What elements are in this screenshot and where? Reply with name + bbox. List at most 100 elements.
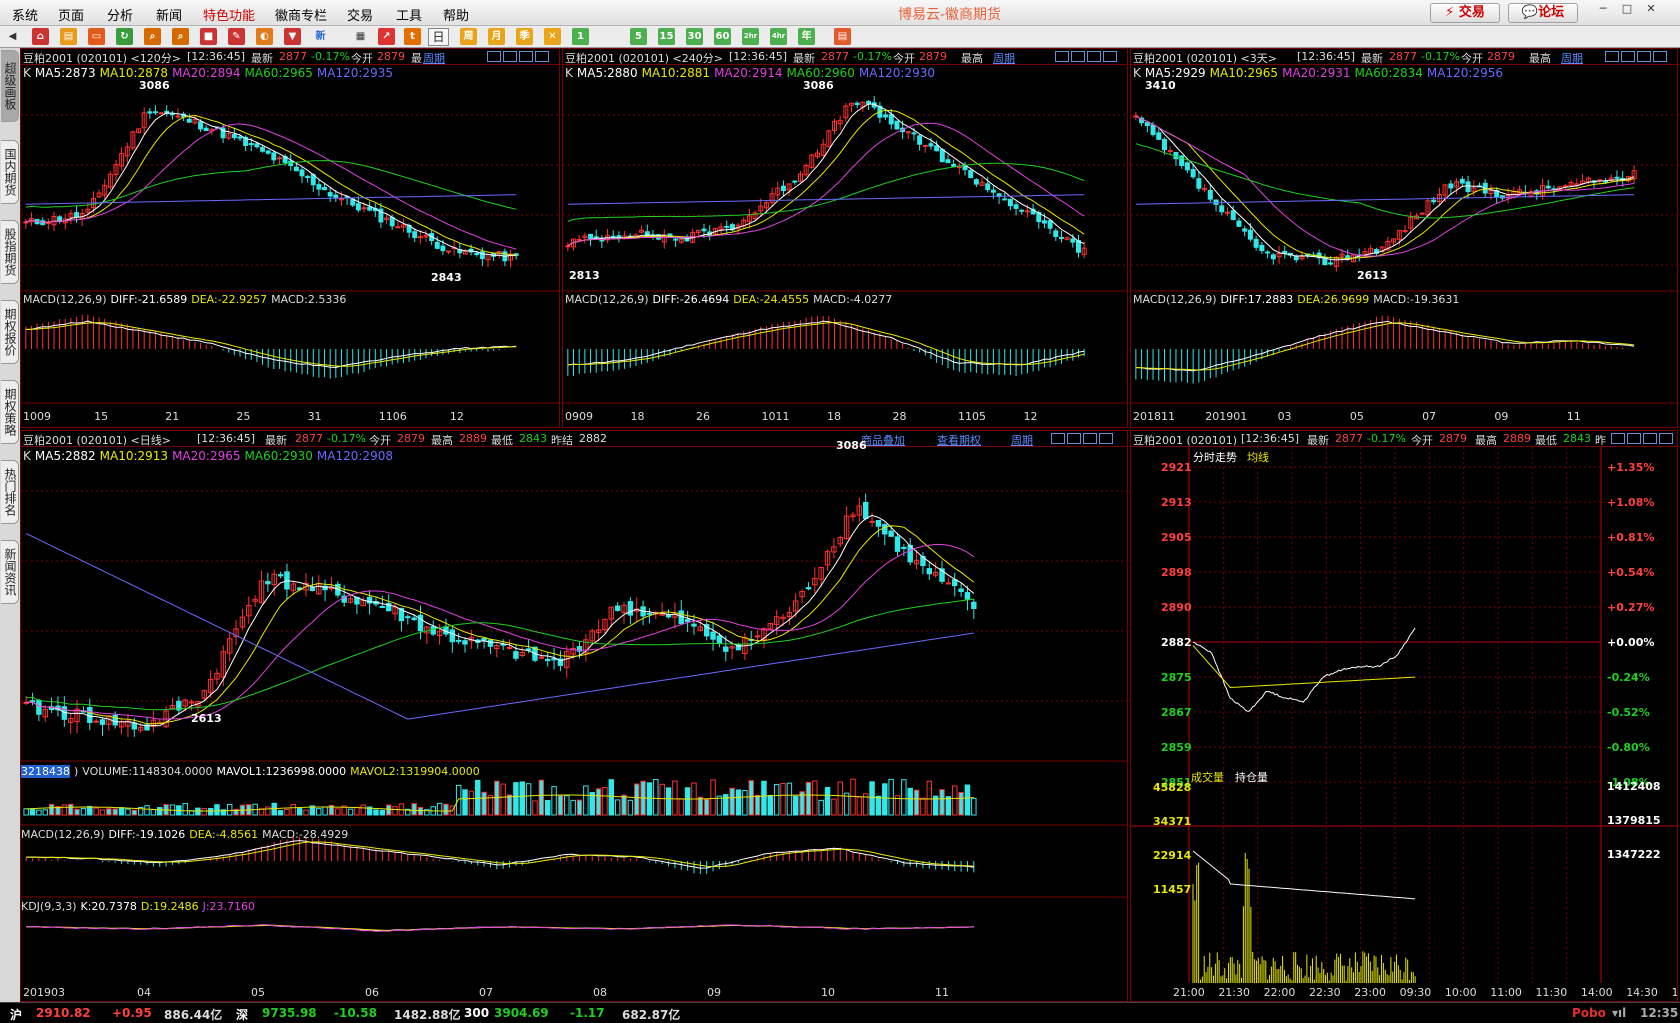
chart-panel-daily[interactable]: 豆粕2001 (020101) <日线> [12:36:45] 最新 2877 … — [20, 430, 1128, 1002]
candle — [544, 658, 551, 662]
pct-tick: +0.81% — [1607, 531, 1655, 544]
period-60m[interactable]: 60 — [714, 28, 731, 45]
candle — [973, 179, 979, 185]
multi-icon[interactable]: ✕ — [544, 28, 561, 45]
volume-bar — [36, 809, 42, 816]
period-5m[interactable]: 5 — [630, 28, 647, 45]
menu-analysis[interactable]: 分析 — [107, 5, 133, 24]
period-month[interactable]: 月 — [488, 28, 505, 45]
volume-tick: 22914 — [1153, 849, 1192, 862]
volume-bar — [150, 809, 157, 816]
filter-icon[interactable]: ▼ — [284, 28, 301, 45]
macd-diff: DIFF:-26.4694 — [652, 293, 730, 306]
candle — [673, 238, 679, 241]
candle — [928, 143, 934, 147]
sidebar-tab-index[interactable]: 股指期货 — [1, 220, 19, 284]
sidebar-tab-options-quote[interactable]: 期权报价 — [1, 300, 19, 364]
period-30m[interactable]: 30 — [686, 28, 703, 45]
candle — [277, 574, 284, 577]
sz-label: 深 — [236, 1008, 249, 1022]
pct-tick: +0.54% — [1607, 566, 1655, 579]
sidebar-tab-news[interactable]: 新闻资讯 — [1, 540, 19, 604]
period-year[interactable]: 年 — [798, 28, 815, 45]
tick-icon[interactable]: t — [404, 28, 421, 45]
close-button[interactable]: ✕ — [1640, 2, 1662, 16]
search-icon[interactable]: ⌕ — [144, 28, 161, 45]
average-price-line — [1192, 645, 1416, 689]
candle — [1448, 183, 1454, 189]
sidebar-tab-rank[interactable]: 热门排名 — [1, 460, 19, 524]
candle — [990, 189, 996, 193]
menu-column[interactable]: 徽商专栏 — [275, 5, 327, 24]
period-quarter[interactable]: 季 — [516, 28, 533, 45]
volume-bar — [882, 783, 888, 816]
period-15m[interactable]: 15 — [658, 28, 675, 45]
calc-icon[interactable]: ▤ — [834, 28, 851, 45]
sidebar-tab-futures[interactable]: 国内期货 — [1, 140, 19, 204]
new-label[interactable]: 新 — [312, 28, 329, 45]
chart-svg — [563, 96, 1127, 404]
candle — [576, 238, 582, 241]
high-marker: 3086 — [139, 79, 170, 92]
draw-icon[interactable]: ◐ — [256, 28, 273, 45]
menu-tools[interactable]: 工具 — [396, 5, 422, 24]
home-icon[interactable]: ⌂ — [32, 28, 49, 45]
menu-trade[interactable]: 交易 — [347, 5, 373, 24]
refresh-icon[interactable]: ↻ — [116, 28, 133, 45]
folder-icon[interactable]: ▭ — [88, 28, 105, 45]
period-2hr[interactable]: 2hr — [742, 28, 759, 45]
lightning-icon: ⚡ — [1445, 5, 1455, 20]
candle — [684, 619, 691, 623]
back-icon[interactable]: ◀ — [4, 28, 21, 45]
menu-page[interactable]: 页面 — [58, 5, 84, 24]
volume-bar — [525, 783, 532, 816]
candle — [525, 648, 532, 651]
period-4hr[interactable]: 4hr — [770, 28, 787, 45]
chart-panel-3day[interactable]: 豆粕2001 (020101) <3天> [12:36:45] 最新 2877 -0.1… — [1130, 48, 1678, 428]
period-day[interactable]: 日 — [428, 28, 449, 46]
volume-bar — [614, 799, 621, 816]
candle — [875, 520, 882, 527]
candle — [1190, 169, 1196, 178]
volume-bar — [29, 808, 36, 816]
menu-news[interactable]: 新闻 — [156, 5, 182, 24]
price-tick: 2882 — [1161, 636, 1192, 649]
candle — [951, 163, 957, 167]
menu-special[interactable]: 特色功能 — [203, 5, 255, 24]
low-marker: 2843 — [431, 271, 462, 284]
pen-icon[interactable]: ✎ — [228, 28, 245, 45]
candle — [588, 233, 594, 240]
menu-system[interactable]: 系统 — [12, 5, 38, 24]
candle — [186, 118, 192, 123]
minimize-button[interactable]: ─ — [1592, 2, 1614, 16]
chart-panel-120min[interactable]: 豆粕2001 (020101) <120分> [12:36:45] 最新 2877 -0… — [20, 48, 560, 428]
candle — [23, 221, 29, 224]
pct-tick: +1.35% — [1607, 461, 1655, 474]
sz-amount: 1482.88亿 — [394, 1008, 461, 1022]
line-chart-icon[interactable]: ↗ — [378, 28, 395, 45]
volume-bar — [659, 783, 665, 816]
period-1m[interactable]: 1 — [572, 28, 589, 45]
candle — [724, 225, 730, 228]
sidebar-tab-options-strategy[interactable]: 期权策略 — [1, 380, 19, 444]
sidebar-tab-board[interactable]: 超级画板 — [1, 50, 19, 122]
volume-bar — [837, 781, 843, 816]
maximize-button[interactable]: □ — [1616, 2, 1638, 16]
pct-tick: -0.24% — [1607, 671, 1650, 684]
candle — [147, 111, 153, 114]
chart-panel-240min[interactable]: 豆粕2001 (020101) <240分> [12:36:45] 最新 2877 -0… — [562, 48, 1128, 428]
zoom-icon[interactable]: ⌕ — [172, 28, 189, 45]
intraday-panel[interactable]: 豆粕2001 (020101) [12:36:45] 最新 2877 -0.17… — [1130, 430, 1678, 1002]
trade-button[interactable]: ⚡ 交易 — [1430, 3, 1500, 23]
note-icon[interactable]: ▤ — [60, 28, 77, 45]
volume-tick: 45828 — [1153, 781, 1192, 794]
period-week[interactable]: 周 — [460, 28, 477, 45]
menu-help[interactable]: 帮助 — [443, 5, 469, 24]
volume-bar — [761, 780, 767, 816]
candle — [1219, 205, 1225, 213]
alert-icon[interactable]: ■ — [200, 28, 217, 45]
forum-button[interactable]: 💬论坛 — [1508, 3, 1578, 23]
signal-icon: ▾ıl — [1612, 1006, 1627, 1020]
list-icon[interactable]: ▦ — [352, 28, 369, 45]
candle — [112, 714, 118, 726]
